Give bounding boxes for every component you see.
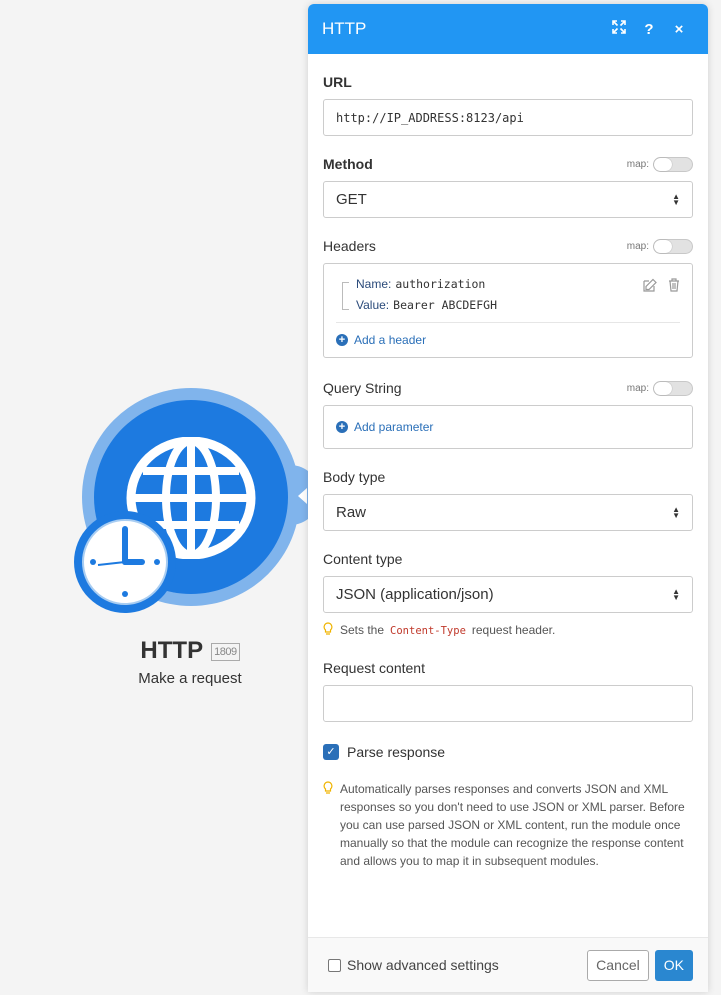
- parse-response-hint: Automatically parses responses and conve…: [323, 780, 693, 870]
- parse-response-label: Parse response: [347, 744, 446, 760]
- panel-header: HTTP ? ×: [308, 4, 708, 54]
- lightbulb-icon: [323, 622, 333, 635]
- cancel-button[interactable]: Cancel: [587, 949, 649, 981]
- plus-icon: +: [336, 421, 348, 433]
- ok-button[interactable]: OK: [654, 949, 693, 981]
- url-label: URL: [323, 74, 352, 90]
- query-box: + Add parameter: [323, 405, 693, 449]
- connector-notch: [298, 488, 307, 504]
- method-label: Method map:: [323, 156, 693, 172]
- content-type-hint: Sets the Content-Type request header.: [323, 621, 693, 640]
- lightbulb-icon: [323, 781, 333, 794]
- parse-response-row[interactable]: ✓ Parse response: [323, 744, 693, 760]
- body-type-select[interactable]: Raw ▲ ▼: [323, 494, 693, 531]
- headers-label: Headers map:: [323, 238, 693, 254]
- select-arrows-icon: ▲ ▼: [672, 586, 680, 602]
- headers-box: Name: authorization Value: Bearer ABCDEFGH…: [323, 263, 693, 358]
- header-name-value: authorization: [395, 277, 486, 291]
- add-parameter-link[interactable]: + Add parameter: [336, 420, 680, 434]
- headers-map-toggle[interactable]: map:: [627, 238, 693, 254]
- select-arrows-icon: ▲ ▼: [672, 504, 680, 520]
- header-value-value: Bearer ABCDEFGH: [393, 298, 497, 312]
- edit-icon[interactable]: [642, 278, 658, 292]
- panel-footer: Show advanced settings Cancel OK: [308, 937, 708, 992]
- body-type-label: Body type: [323, 469, 386, 485]
- select-arrows-icon: ▲ ▼: [672, 191, 680, 207]
- module-id-badge: 1809: [211, 642, 240, 661]
- url-input[interactable]: http://IP_ADDRESS:8123/api: [323, 99, 693, 136]
- method-map-toggle[interactable]: map:: [627, 156, 693, 172]
- close-icon[interactable]: ×: [664, 21, 694, 38]
- expand-icon[interactable]: [604, 20, 634, 38]
- settings-panel: HTTP ? × URL http://IP_ADDRESS:8123/api …: [308, 4, 708, 992]
- method-select[interactable]: GET ▲ ▼: [323, 181, 693, 218]
- query-map-toggle[interactable]: map:: [627, 380, 693, 396]
- parse-response-checkbox[interactable]: ✓: [323, 744, 339, 760]
- help-icon[interactable]: ?: [634, 21, 664, 38]
- trash-icon[interactable]: [668, 278, 680, 292]
- request-content-input[interactable]: [323, 685, 693, 722]
- add-header-link[interactable]: + Add a header: [336, 333, 680, 347]
- content-type-select[interactable]: JSON (application/json) ▲ ▼: [323, 576, 693, 613]
- http-module[interactable]: [70, 385, 320, 645]
- panel-title: HTTP: [322, 19, 367, 38]
- request-content-label: Request content: [323, 660, 425, 676]
- advanced-checkbox[interactable]: [328, 958, 341, 972]
- show-advanced-settings[interactable]: Show advanced settings: [328, 957, 587, 973]
- clock-icon: [74, 511, 176, 613]
- query-string-label: Query String map:: [323, 380, 693, 396]
- plus-icon: +: [336, 334, 348, 346]
- content-type-label: Content type: [323, 551, 403, 567]
- header-item: Name: authorization Value: Bearer ABCDEFGH: [336, 274, 680, 323]
